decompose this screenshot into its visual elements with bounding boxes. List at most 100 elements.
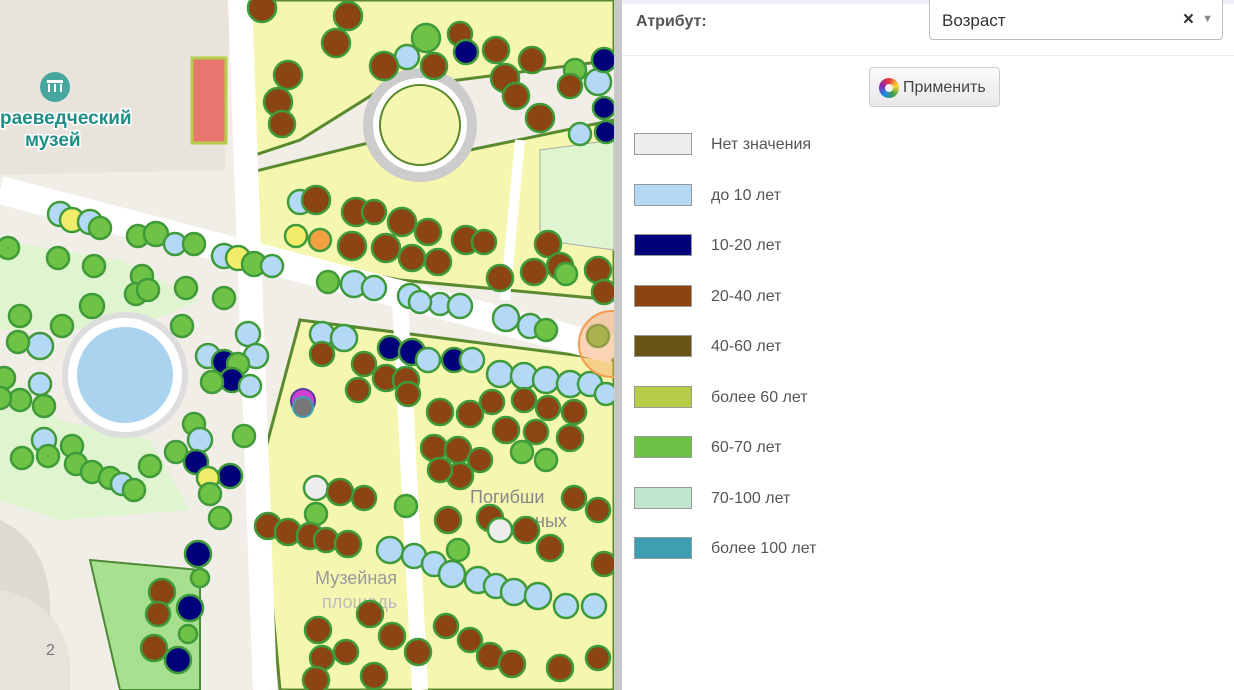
tree-marker[interactable] xyxy=(0,385,13,411)
tree-marker[interactable] xyxy=(216,462,244,490)
tree-marker[interactable] xyxy=(336,230,368,262)
tree-marker[interactable] xyxy=(147,577,177,607)
tree-marker[interactable] xyxy=(5,329,31,355)
tree-marker[interactable] xyxy=(9,445,35,471)
tree-marker[interactable] xyxy=(137,453,163,479)
tree-marker[interactable] xyxy=(591,95,614,121)
tree-marker[interactable] xyxy=(458,346,486,374)
tree-marker[interactable] xyxy=(533,447,559,473)
tree-marker[interactable] xyxy=(452,38,480,66)
tree-marker[interactable] xyxy=(590,550,614,578)
tree-marker[interactable] xyxy=(303,615,333,645)
tree-marker[interactable] xyxy=(375,535,405,565)
tree-marker[interactable] xyxy=(446,292,474,320)
tree-marker[interactable] xyxy=(386,206,418,238)
tree-marker[interactable] xyxy=(359,661,389,690)
tree-marker[interactable] xyxy=(197,481,223,507)
tree-marker[interactable] xyxy=(517,45,547,75)
tree-marker[interactable] xyxy=(519,257,549,287)
tree-marker[interactable] xyxy=(455,399,485,429)
tree-marker[interactable] xyxy=(432,612,460,640)
tree-marker[interactable] xyxy=(510,386,538,414)
tree-marker[interactable] xyxy=(186,426,214,454)
tree-marker[interactable] xyxy=(272,59,304,91)
tree-marker[interactable] xyxy=(584,496,612,524)
tree-marker[interactable] xyxy=(175,593,205,623)
tree-marker[interactable] xyxy=(350,350,378,378)
tree-marker[interactable] xyxy=(301,665,331,690)
tree-marker[interactable] xyxy=(426,456,454,484)
tree-marker[interactable] xyxy=(320,27,352,59)
tree-marker[interactable] xyxy=(499,577,529,607)
tree-marker[interactable] xyxy=(531,365,561,395)
tree-marker[interactable] xyxy=(593,381,614,407)
tree-marker[interactable] xyxy=(370,232,402,264)
tree-marker[interactable] xyxy=(523,581,553,611)
tree-marker[interactable] xyxy=(267,109,297,139)
tree-marker[interactable] xyxy=(135,277,161,303)
tree-marker[interactable] xyxy=(491,303,521,333)
tree-marker[interactable] xyxy=(590,278,614,306)
chevron-down-icon[interactable]: ▼ xyxy=(1202,13,1213,25)
tree-marker[interactable] xyxy=(169,313,195,339)
tree-marker[interactable] xyxy=(466,446,494,474)
tree-marker[interactable] xyxy=(552,592,580,620)
tree-marker[interactable] xyxy=(329,323,359,353)
tree-marker[interactable] xyxy=(524,102,556,134)
tree-marker[interactable] xyxy=(360,274,388,302)
tree-marker[interactable] xyxy=(393,493,419,519)
tree-marker[interactable] xyxy=(139,633,169,663)
tree-marker[interactable] xyxy=(300,184,332,216)
tree-marker[interactable] xyxy=(556,72,584,100)
apply-button[interactable]: Применить xyxy=(869,67,1000,107)
tree-marker[interactable] xyxy=(545,653,575,683)
tree-marker[interactable] xyxy=(78,292,106,320)
tree-marker[interactable] xyxy=(211,285,237,311)
clear-icon[interactable]: × xyxy=(1183,9,1194,31)
tree-marker[interactable] xyxy=(535,533,565,563)
tree-marker[interactable] xyxy=(207,505,233,531)
tree-marker[interactable] xyxy=(332,0,364,32)
tree-marker[interactable] xyxy=(27,371,53,397)
tree-marker[interactable] xyxy=(533,317,559,343)
tree-marker[interactable] xyxy=(87,215,113,241)
tree-marker[interactable] xyxy=(7,303,33,329)
tree-marker[interactable] xyxy=(333,529,363,559)
tree-marker[interactable] xyxy=(413,217,443,247)
tree-marker[interactable] xyxy=(332,638,360,666)
tree-marker[interactable] xyxy=(583,67,613,97)
tree-marker[interactable] xyxy=(25,331,55,361)
tree-marker[interactable] xyxy=(580,592,608,620)
tree-marker[interactable] xyxy=(437,559,467,589)
tree-marker[interactable] xyxy=(419,51,449,81)
map-view[interactable]: раеведческий музей Погибши ных Музейная … xyxy=(0,0,614,690)
tree-marker[interactable] xyxy=(144,600,172,628)
tree-marker[interactable] xyxy=(355,599,385,629)
tree-marker[interactable] xyxy=(560,484,588,512)
tree-marker[interactable] xyxy=(189,567,211,589)
tree-marker[interactable] xyxy=(344,376,372,404)
tree-marker[interactable] xyxy=(425,397,455,427)
tree-marker[interactable] xyxy=(485,359,515,389)
tree-marker[interactable] xyxy=(553,261,579,287)
tree-marker[interactable] xyxy=(509,439,535,465)
tree-marker[interactable] xyxy=(481,35,511,65)
tree-marker[interactable] xyxy=(501,81,531,111)
tree-marker[interactable] xyxy=(423,247,453,277)
tree-marker[interactable] xyxy=(593,119,614,145)
tree-marker[interactable] xyxy=(307,227,333,253)
tree-marker[interactable] xyxy=(7,387,33,413)
tree-marker[interactable] xyxy=(234,320,262,348)
tree-marker[interactable] xyxy=(246,0,278,24)
tree-marker[interactable] xyxy=(445,537,471,563)
tree-marker[interactable] xyxy=(308,340,336,368)
panel-splitter[interactable] xyxy=(614,0,622,690)
tree-marker[interactable] xyxy=(555,423,585,453)
tree-marker[interactable] xyxy=(315,269,341,295)
attribute-select[interactable]: Возраст × ▼ xyxy=(929,0,1223,40)
tree-marker[interactable] xyxy=(302,474,330,502)
tree-marker[interactable] xyxy=(303,501,329,527)
tree-marker[interactable] xyxy=(583,255,613,285)
tree-marker[interactable] xyxy=(81,253,107,279)
tree-marker[interactable] xyxy=(407,289,433,315)
